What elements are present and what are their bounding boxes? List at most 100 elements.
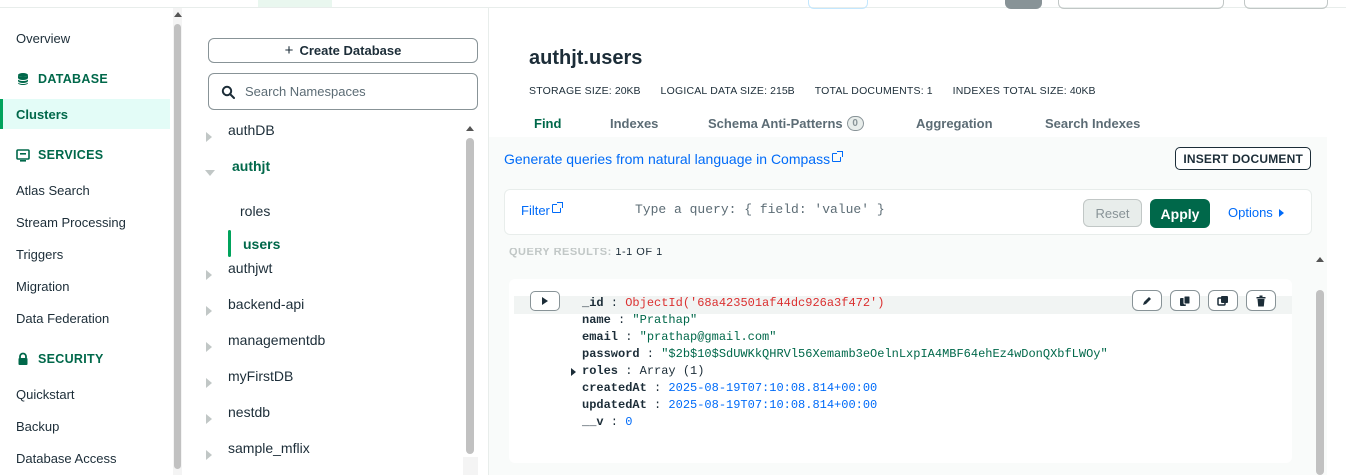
search-input[interactable] — [245, 84, 465, 99]
db-label: nestdb — [228, 404, 271, 420]
collection-stats: STORAGE SIZE: 20KB LOGICAL DATA SIZE: 21… — [529, 85, 1096, 97]
scroll-up-icon[interactable] — [1316, 257, 1324, 262]
expand-array-icon[interactable] — [571, 368, 576, 376]
chevron-down-icon — [205, 170, 215, 176]
services-icon — [16, 149, 30, 162]
apply-button[interactable]: Apply — [1150, 199, 1210, 228]
nav-section-label: DATABASE — [38, 72, 108, 86]
document-field-v[interactable]: __v : 0 — [582, 415, 632, 429]
namespace-scrollbar[interactable] — [463, 122, 478, 475]
scrollbar-thumb[interactable] — [174, 24, 181, 469]
document-card[interactable]: _id : ObjectId('68a423501af44dc926a3f472… — [509, 279, 1292, 463]
document-field-name[interactable]: name : "Prathap" — [582, 313, 697, 327]
nav-migration[interactable]: Migration — [16, 279, 69, 294]
nav-section-label: SERVICES — [38, 148, 104, 162]
caret-right-icon — [1278, 208, 1284, 217]
create-database-button[interactable]: + Create Database — [208, 38, 478, 63]
options-button[interactable]: Options — [1228, 205, 1284, 220]
nav-triggers[interactable]: Triggers — [16, 247, 63, 262]
nav-atlas-search[interactable]: Atlas Search — [16, 183, 90, 198]
top-tab-active[interactable] — [258, 0, 332, 7]
copy-icon — [1180, 295, 1191, 306]
document-field-password[interactable]: password : "$2b$10$SdUWKkQHRVl56Xemamb3e… — [582, 347, 1108, 361]
nav-section-security: SECURITY — [16, 352, 104, 366]
db-label: backend-api — [228, 296, 305, 312]
results-count: 1-1 OF 1 — [615, 248, 663, 258]
delete-document-button[interactable] — [1246, 290, 1276, 311]
scrollbar-thumb[interactable] — [1316, 290, 1324, 475]
nav-clusters-label: Clusters — [16, 107, 69, 122]
nav-section-services: SERVICES — [16, 148, 103, 162]
nav-data-federation[interactable]: Data Federation — [16, 311, 109, 326]
chevron-right-icon — [206, 450, 212, 460]
nav-section-database: DATABASE — [16, 72, 108, 86]
tab-search-indexes[interactable]: Search Indexes — [1045, 116, 1140, 131]
scrollbar-track — [463, 457, 478, 475]
chevron-right-icon — [206, 306, 212, 316]
db-label: myFirstDB — [228, 368, 294, 384]
chevron-right-icon — [206, 270, 212, 280]
stat-indexes-size: INDEXES TOTAL SIZE: 40KB — [952, 85, 1096, 97]
filter-link[interactable]: Filter — [521, 202, 563, 218]
link-label: Generate queries from natural language i… — [504, 151, 831, 167]
nav-backup[interactable]: Backup — [16, 419, 59, 434]
active-indicator — [228, 230, 231, 257]
query-bar: Filter Reset Apply Options — [504, 189, 1312, 235]
nav-database-access[interactable]: Database Access — [16, 451, 116, 466]
db-label: authDB — [228, 122, 275, 138]
nav-section-label: SECURITY — [38, 352, 104, 366]
search-icon — [221, 85, 235, 99]
tab-indexes[interactable]: Indexes — [610, 116, 708, 131]
expand-document-button[interactable] — [530, 291, 560, 311]
lock-icon — [18, 352, 28, 365]
tab-aggregation[interactable]: Aggregation — [916, 116, 1045, 131]
nav-stream-processing[interactable]: Stream Processing — [16, 215, 126, 230]
scroll-up-icon[interactable] — [466, 126, 474, 131]
stat-logical-size: LOGICAL DATA SIZE: 215B — [660, 85, 795, 97]
document-field-id[interactable]: _id : ObjectId('68a423501af44dc926a3f472… — [582, 296, 884, 310]
document-field-updatedat[interactable]: updatedAt : 2025-08-19T07:10:08.814+00:0… — [582, 398, 877, 412]
nav-quickstart[interactable]: Quickstart — [16, 387, 75, 402]
results-scrollbar[interactable] — [1314, 252, 1326, 475]
page-title: authjt.users — [529, 47, 643, 69]
namespace-panel: + Create Database authDB authjt roles us… — [183, 8, 489, 475]
document-field-email[interactable]: email : "prathap@gmail.com" — [582, 330, 776, 344]
chevron-right-icon — [206, 414, 212, 424]
copy-document-button[interactable] — [1170, 290, 1200, 311]
document-field-roles[interactable]: roles : Array (1) — [582, 364, 704, 378]
db-label: authjt — [232, 158, 271, 174]
filter-input[interactable] — [635, 202, 1075, 217]
chevron-right-icon — [206, 132, 212, 142]
caret-right-icon — [542, 297, 548, 305]
filter-label: Filter — [521, 203, 550, 218]
scrollbar-thumb[interactable] — [466, 138, 474, 454]
left-nav-scrollbar[interactable] — [173, 8, 182, 475]
left-nav: Overview DATABASE Clusters SERVICES Atla… — [0, 8, 172, 475]
database-icon — [17, 73, 29, 85]
compass-nl-link[interactable]: Generate queries from natural language i… — [504, 150, 844, 167]
tab-find[interactable]: Find — [534, 116, 610, 131]
collection-view: authjt.users STORAGE SIZE: 20KB LOGICAL … — [489, 8, 1346, 475]
results-label: QUERY RESULTS: — [509, 248, 612, 258]
reset-button[interactable]: Reset — [1083, 199, 1142, 227]
tab-schema-anti-patterns[interactable]: Schema Anti-Patterns 0 — [708, 116, 916, 131]
scroll-up-icon[interactable] — [174, 12, 182, 17]
db-label: managementdb — [228, 332, 326, 348]
stat-total-documents: TOTAL DOCUMENTS: 1 — [814, 85, 933, 97]
db-label: sample_mflix — [228, 440, 310, 456]
nav-clusters[interactable]: Clusters — [0, 99, 170, 129]
stat-storage-size: STORAGE SIZE: 20KB — [529, 85, 641, 97]
document-field-createdat[interactable]: createdAt : 2025-08-19T07:10:08.814+00:0… — [582, 381, 877, 395]
external-link-icon — [832, 150, 844, 162]
find-panel: Generate queries from natural language i… — [489, 137, 1327, 475]
collection-item-roles[interactable]: roles — [240, 203, 270, 219]
plus-icon: + — [284, 42, 294, 59]
options-label: Options — [1228, 205, 1273, 220]
collection-item-users[interactable]: users — [243, 236, 280, 252]
insert-document-button[interactable]: INSERT DOCUMENT — [1175, 147, 1311, 170]
namespace-search[interactable] — [208, 73, 478, 110]
edit-document-button[interactable] — [1132, 290, 1162, 311]
clone-document-button[interactable] — [1208, 290, 1238, 311]
clone-icon — [1217, 295, 1228, 306]
nav-overview[interactable]: Overview — [16, 31, 70, 46]
